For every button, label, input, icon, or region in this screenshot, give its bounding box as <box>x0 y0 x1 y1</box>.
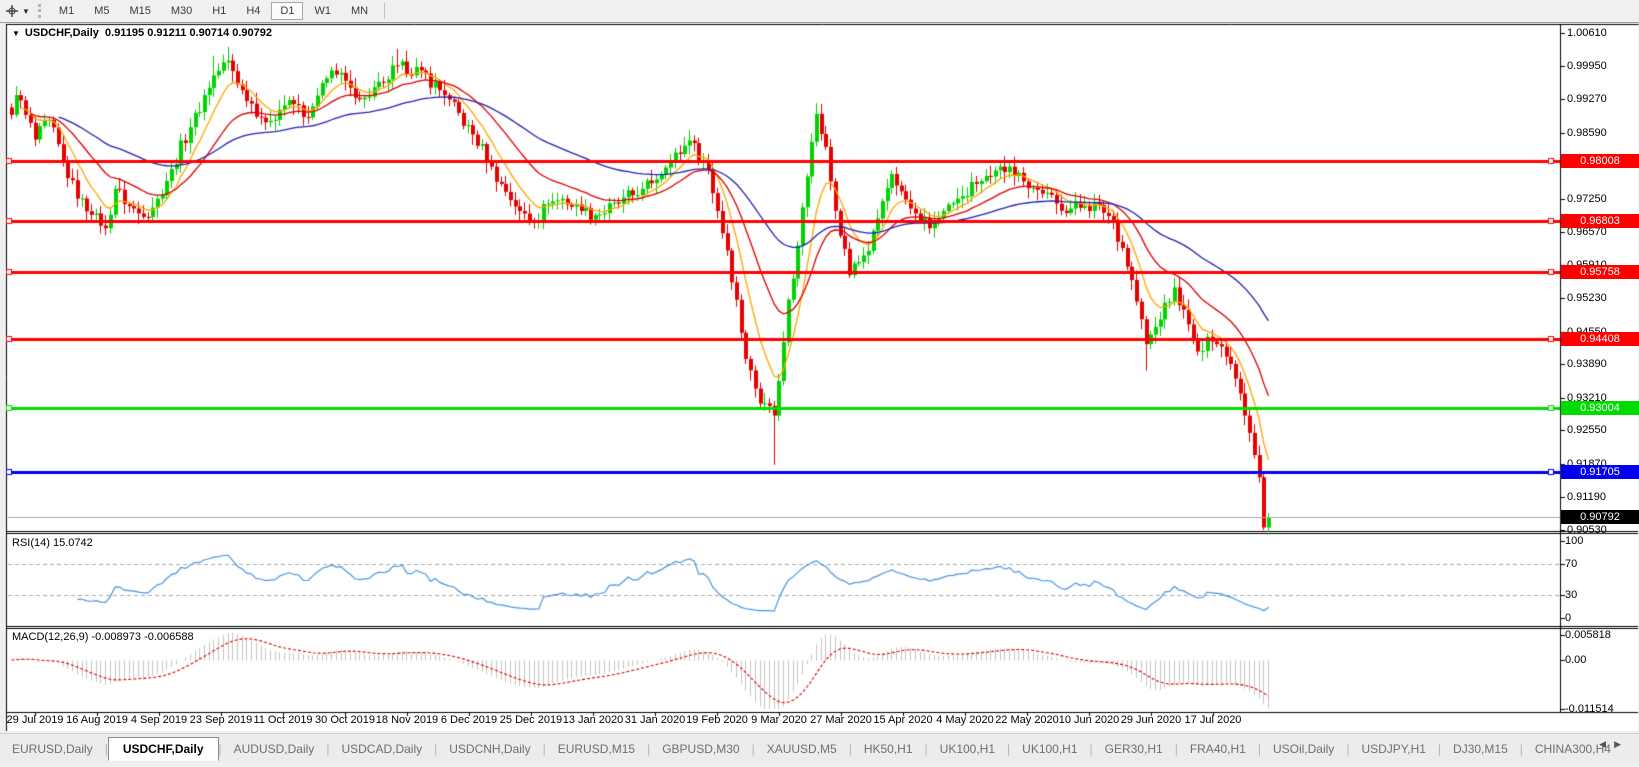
timeframe-button-w1[interactable]: W1 <box>305 2 340 20</box>
rsi-tick-label: 70 <box>1565 558 1637 570</box>
price-tick-label: 0.91190 <box>1567 491 1637 503</box>
rsi-tick-label: 0 <box>1565 612 1637 624</box>
price-tick-label: 0.93890 <box>1567 358 1637 370</box>
caret-down-icon[interactable]: ▼ <box>22 7 30 16</box>
hline-chip-0.93004[interactable]: 0.93004 <box>1561 401 1639 415</box>
tab-scroll-left-icon[interactable]: ◀ <box>1599 739 1614 749</box>
chart-title: ▼ USDCHF,Daily 0.91195 0.91211 0.90714 0.… <box>12 27 272 39</box>
price-tick-label: 0.96570 <box>1567 226 1637 238</box>
mt4-window: ▼ M1M5M15M30H1H4D1W1MN ▼ USDCHF,Daily 0.9… <box>0 0 1639 767</box>
toolbar-separator <box>384 3 385 19</box>
tab-eurusd-m15[interactable]: EURUSD,M15 <box>546 738 647 760</box>
status-strip <box>0 762 1639 767</box>
tab-scroll-arrows: ◀▶ <box>1599 739 1629 750</box>
crosshair-icon[interactable] <box>3 3 21 19</box>
tab-xauusd-m5[interactable]: XAUUSD,M5 <box>755 738 849 760</box>
tab-hk50-h1[interactable]: HK50,H1 <box>852 738 925 760</box>
tab-eurusd-daily[interactable]: EURUSD,Daily <box>0 738 105 760</box>
triangle-down-icon[interactable]: ▼ <box>12 29 20 38</box>
timeframe-button-mn[interactable]: MN <box>342 2 377 20</box>
timeframe-button-m5[interactable]: M5 <box>85 2 118 20</box>
macd-tick-label: 0.005818 <box>1565 629 1637 641</box>
tab-uk100-h1[interactable]: UK100,H1 <box>1010 738 1089 760</box>
tab-scroll-right-icon[interactable]: ▶ <box>1614 739 1629 749</box>
hline-chip-0.96803[interactable]: 0.96803 <box>1561 214 1639 228</box>
macd-tick-label: 0.00 <box>1565 654 1637 666</box>
price-tick-label: 0.97250 <box>1567 193 1637 205</box>
current-price-chip: 0.90792 <box>1561 510 1639 524</box>
timeframe-buttons: M1M5M15M30H1H4D1W1MN <box>49 2 378 20</box>
tab-usdcad-daily[interactable]: USDCAD,Daily <box>329 738 434 760</box>
chart-canvas[interactable] <box>0 0 1639 767</box>
hline-chip-0.98008[interactable]: 0.98008 <box>1561 154 1639 168</box>
tab-dj30-m15[interactable]: DJ30,M15 <box>1441 738 1520 760</box>
tab-gbpusd-m30[interactable]: GBPUSD,M30 <box>650 738 751 760</box>
tab-usdcnh-daily[interactable]: USDCNH,Daily <box>437 738 542 760</box>
chart-symbol-period: USDCHF,Daily <box>25 27 99 39</box>
timeframe-button-h1[interactable]: H1 <box>203 2 235 20</box>
timeframe-button-m15[interactable]: M15 <box>120 2 159 20</box>
price-tick-label: 0.98590 <box>1567 127 1637 139</box>
chart-tab-bar: EURUSD,Daily|USDCHF,Daily|AUDUSD,Daily|U… <box>0 733 1639 763</box>
tab-uk100-h1[interactable]: UK100,H1 <box>928 738 1007 760</box>
rsi-tick-label: 100 <box>1565 535 1637 547</box>
toolbar-grip[interactable] <box>38 4 41 18</box>
timeframe-button-m30[interactable]: M30 <box>162 2 201 20</box>
price-tick-label: 1.00610 <box>1567 27 1637 39</box>
price-tick-label: 0.92550 <box>1567 424 1637 436</box>
hline-chip-0.94408[interactable]: 0.94408 <box>1561 332 1639 346</box>
chart-ohlc-values: 0.91195 0.91211 0.90714 0.90792 <box>105 27 272 39</box>
price-tick-label: 0.95230 <box>1567 292 1637 304</box>
rsi-tick-label: 30 <box>1565 589 1637 601</box>
macd-tick-label: -0.011514 <box>1565 703 1637 715</box>
date-tick-label: 17 Jul 2020 <box>1171 714 1255 726</box>
hline-chip-0.91705[interactable]: 0.91705 <box>1561 465 1639 479</box>
timeframe-button-d1[interactable]: D1 <box>271 2 303 20</box>
timeframe-button-m1[interactable]: M1 <box>50 2 83 20</box>
macd-label: MACD(12,26,9) -0.008973 -0.006588 <box>12 631 194 643</box>
toolbar: ▼ M1M5M15M30H1H4D1W1MN <box>0 0 1639 23</box>
tab-usdjpy-h1[interactable]: USDJPY,H1 <box>1349 738 1437 760</box>
tab-fra40-h1[interactable]: FRA40,H1 <box>1178 738 1258 760</box>
rsi-label: RSI(14) 15.0742 <box>12 537 93 549</box>
price-tick-label: 0.99950 <box>1567 60 1637 72</box>
hline-chip-0.95758[interactable]: 0.95758 <box>1561 265 1639 279</box>
tab-usoil-daily[interactable]: USOil,Daily <box>1261 738 1346 760</box>
timeframe-button-h4[interactable]: H4 <box>237 2 269 20</box>
tab-usdchf-daily[interactable]: USDCHF,Daily <box>108 737 219 761</box>
tab-ger30-h1[interactable]: GER30,H1 <box>1093 738 1175 760</box>
tab-audusd-daily[interactable]: AUDUSD,Daily <box>222 738 327 760</box>
price-tick-label: 0.99270 <box>1567 93 1637 105</box>
